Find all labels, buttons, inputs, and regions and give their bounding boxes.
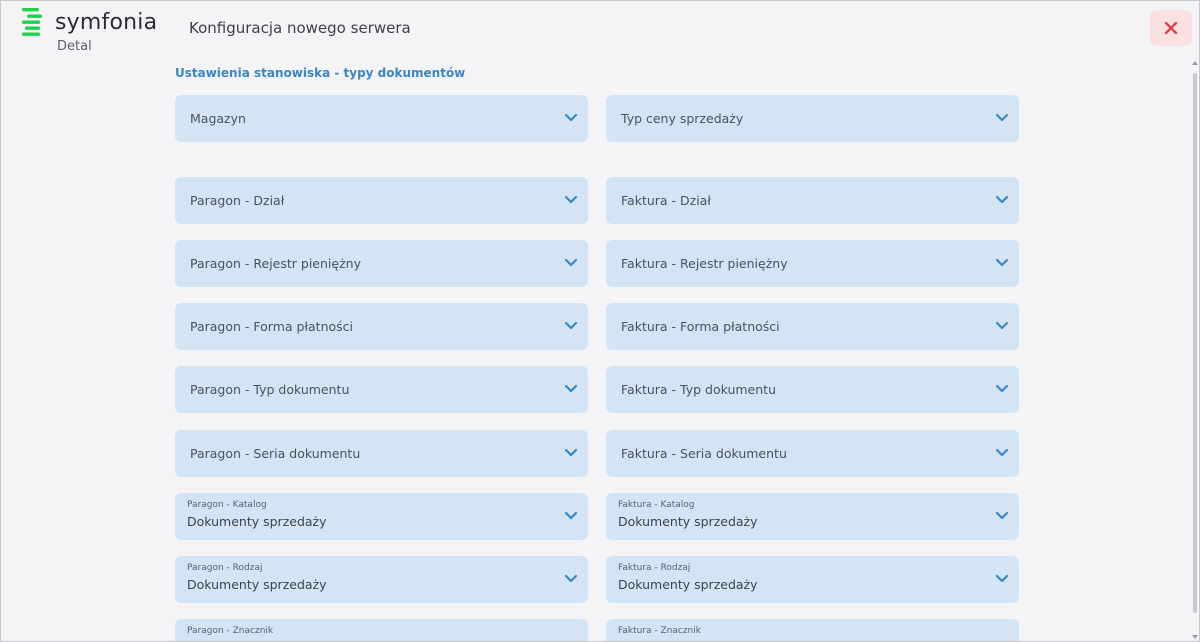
field-label: Magazyn	[190, 111, 246, 126]
field-label: Faktura - Forma płatności	[621, 319, 780, 334]
chevron-down-icon	[995, 384, 1009, 393]
chevron-down-icon	[995, 195, 1009, 204]
paragon-znacznik-select[interactable]: Paragon - Znacznik	[175, 619, 588, 641]
faktura-typ-dokumentu-select[interactable]: Faktura - Typ dokumentu	[606, 366, 1019, 413]
field-value: Dokumenty sprzedaży	[187, 577, 327, 592]
chevron-down-icon	[564, 384, 578, 393]
field-label: Paragon - Typ dokumentu	[190, 382, 350, 397]
app-logo: symfonia Detal	[21, 7, 171, 57]
field-label: Paragon - Forma płatności	[190, 319, 353, 334]
paragon-rodzaj-select[interactable]: Paragon - Rodzaj Dokumenty sprzedaży	[175, 556, 588, 603]
field-value: Dokumenty sprzedaży	[618, 514, 758, 529]
vertical-scrollbar[interactable]	[1190, 57, 1199, 641]
chevron-down-icon	[564, 258, 578, 267]
close-button[interactable]	[1150, 10, 1192, 46]
chevron-down-icon	[995, 258, 1009, 267]
paragon-rejestr-select[interactable]: Paragon - Rejestr pieniężny	[175, 240, 588, 287]
chevron-down-icon	[995, 448, 1009, 457]
field-value: Dokumenty sprzedaży	[187, 514, 327, 529]
faktura-rodzaj-select[interactable]: Faktura - Rodzaj Dokumenty sprzedaży	[606, 556, 1019, 603]
brand-product: Detal	[57, 39, 92, 54]
paragon-dzial-select[interactable]: Paragon - Dział	[175, 177, 588, 224]
chevron-down-icon	[564, 195, 578, 204]
field-label: Faktura - Katalog	[618, 500, 695, 510]
faktura-znacznik-select[interactable]: Faktura - Znacznik	[606, 619, 1019, 641]
paragon-typ-dokumentu-select[interactable]: Paragon - Typ dokumentu	[175, 366, 588, 413]
field-value: Dokumenty sprzedaży	[618, 577, 758, 592]
typ-ceny-sprzedazy-select[interactable]: Typ ceny sprzedaży	[606, 95, 1019, 142]
paragon-forma-platnosci-select[interactable]: Paragon - Forma płatności	[175, 303, 588, 350]
magazyn-select[interactable]: Magazyn	[175, 95, 588, 142]
faktura-forma-platnosci-select[interactable]: Faktura - Forma płatności	[606, 303, 1019, 350]
chevron-down-icon	[564, 511, 578, 520]
scroll-up-icon[interactable]	[1191, 59, 1199, 67]
faktura-dzial-select[interactable]: Faktura - Dział	[606, 177, 1019, 224]
chevron-down-icon	[995, 113, 1009, 122]
field-label: Paragon - Rodzaj	[187, 563, 263, 573]
chevron-down-icon	[564, 574, 578, 583]
field-label: Paragon - Seria dokumentu	[190, 446, 361, 461]
scroll-down-icon[interactable]	[1191, 633, 1199, 641]
chevron-down-icon	[564, 321, 578, 330]
chevron-down-icon	[995, 511, 1009, 520]
faktura-seria-dokumentu-select[interactable]: Faktura - Seria dokumentu	[606, 430, 1019, 477]
field-label: Paragon - Katalog	[187, 500, 267, 510]
close-icon	[1164, 21, 1178, 35]
chevron-down-icon	[564, 448, 578, 457]
field-label: Faktura - Znacznik	[618, 626, 701, 636]
symfonia-logo-icon	[22, 8, 42, 36]
faktura-rejestr-select[interactable]: Faktura - Rejestr pieniężny	[606, 240, 1019, 287]
chevron-down-icon	[995, 574, 1009, 583]
brand-name: symfonia	[55, 10, 158, 35]
chevron-down-icon	[995, 321, 1009, 330]
page-title: Konfiguracja nowego serwera	[189, 19, 411, 37]
faktura-katalog-select[interactable]: Faktura - Katalog Dokumenty sprzedaży	[606, 493, 1019, 540]
field-label: Paragon - Znacznik	[187, 626, 274, 636]
field-label: Paragon - Dział	[190, 193, 285, 208]
field-label: Faktura - Seria dokumentu	[621, 446, 787, 461]
section-title: Ustawienia stanowiska - typy dokumentów	[175, 66, 466, 80]
scroll-thumb[interactable]	[1193, 73, 1197, 613]
field-label: Paragon - Rejestr pieniężny	[190, 256, 361, 271]
field-label: Faktura - Rodzaj	[618, 563, 691, 573]
field-label: Faktura - Rejestr pieniężny	[621, 256, 788, 271]
paragon-katalog-select[interactable]: Paragon - Katalog Dokumenty sprzedaży	[175, 493, 588, 540]
chevron-down-icon	[564, 113, 578, 122]
field-label: Typ ceny sprzedaży	[621, 111, 744, 126]
paragon-seria-dokumentu-select[interactable]: Paragon - Seria dokumentu	[175, 430, 588, 477]
field-label: Faktura - Typ dokumentu	[621, 382, 776, 397]
field-label: Faktura - Dział	[621, 193, 711, 208]
